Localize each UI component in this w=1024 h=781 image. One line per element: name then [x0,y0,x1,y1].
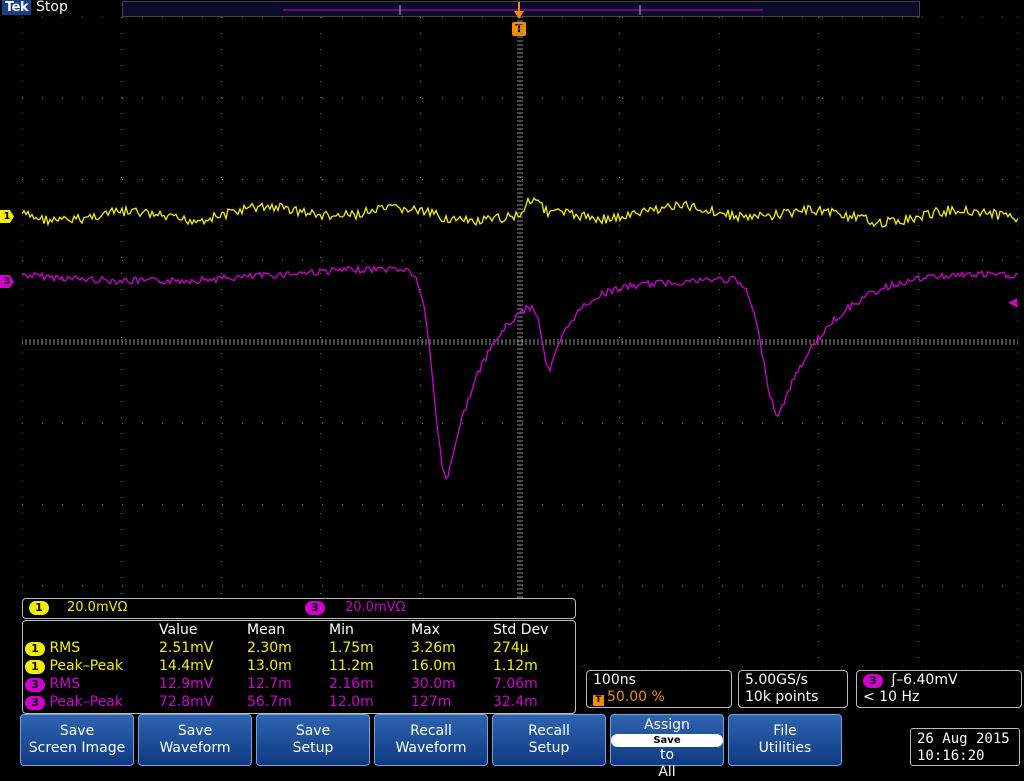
measurement-std: 7.06m [493,676,538,692]
trigger-source-badge: 3 [863,674,883,688]
measurement-mean: 12.7m [247,676,292,692]
measurement-max: 30.0m [411,676,456,692]
timebase: 100ns [593,672,636,688]
recall-setup-button[interactable]: Recall Setup [492,714,606,766]
acquisition-state: Stop [36,0,68,15]
measurement-name: RMS [49,640,81,656]
trigger-level: –6.40mV [896,672,958,688]
date-time-display: 26 Aug 2015 10:16:20 [910,728,1020,766]
waveform-display[interactable] [22,17,1018,667]
trigger-position: 50.00 % [607,689,665,705]
top-status-bar: Tek Stop [0,0,1024,17]
measurement-max: 16.0m [411,658,456,674]
channel-badge: 3 [25,696,45,710]
measurement-std: 1.12m [493,658,538,674]
assign-save-to-all-button[interactable]: Assign Save to All [610,714,724,780]
trigger-frequency: < 10 Hz [863,689,920,705]
trigger-readout[interactable]: 3 ʃ–6.40mV < 10 Hz [856,670,1022,708]
measurement-std: 32.4m [493,694,538,710]
measurement-min: 12.0m [329,694,374,710]
measurement-value: 14.4mV [159,658,214,674]
save-key-icon: Save [611,734,723,747]
col-max: Max [411,622,440,638]
channel-scale-readout[interactable]: 1 20.0mVΩ 3 20.0mVΩ [22,598,576,619]
recall-waveform-button[interactable]: Recall Waveform [374,714,488,766]
ch3-badge: 3 [305,601,325,615]
measurement-header-row: Value Mean Min Max Std Dev [25,621,573,639]
measurement-value: 2.51mV [159,640,214,656]
ch1-scale: 20.0mVΩ [67,600,128,615]
channel-badge: 3 [25,678,45,692]
save-screen-image-button[interactable]: Save Screen Image [20,714,134,766]
measurement-max: 127m [411,694,452,710]
time: 10:16:20 [917,748,985,764]
measurement-mean: 56.7m [247,694,292,710]
ch3-ground-marker[interactable]: 3 [0,275,14,288]
channel-badge: 1 [25,660,45,674]
measurement-row: 1 Peak–Peak 14.4mV 13.0m 11.2m 16.0m 1.12m [25,657,573,675]
measurement-min: 11.2m [329,658,374,674]
measurement-name: Peak–Peak [49,658,123,674]
graticule [22,17,1018,667]
measurement-value: 12.9mV [159,676,214,692]
tek-logo: Tek [2,0,32,15]
trigger-small-icon: T [593,695,604,706]
file-utilities-button[interactable]: File Utilities [728,714,842,766]
measurement-table: Value Mean Min Max Std Dev 1 RMS 2.51mV 2.… [22,620,576,714]
measurement-row: 3 Peak–Peak 72.8mV 56.7m 12.0m 127m 32.4m [25,693,573,711]
save-setup-button[interactable]: Save Setup [256,714,370,766]
ch1-badge: 1 [29,601,49,615]
col-min: Min [329,622,354,638]
measurement-name: RMS [49,676,81,692]
measurement-mean: 13.0m [247,658,292,674]
measurement-value: 72.8mV [159,694,214,710]
save-waveform-button[interactable]: Save Waveform [138,714,252,766]
acquisition-readout[interactable]: 5.00GS/s 10k points [738,670,848,708]
measurement-name: Peak–Peak [49,694,123,710]
sample-rate: 5.00GS/s [745,672,808,688]
measurement-min: 1.75m [329,640,374,656]
horizontal-readout[interactable]: 100ns T 50.00 % [586,670,732,708]
measurement-min: 2.16m [329,676,374,692]
ch3-waveform [22,264,1018,480]
measurement-mean: 2.30m [247,640,292,656]
measurement-row: 3 RMS 12.9mV 12.7m 2.16m 30.0m 7.06m [25,675,573,693]
measurement-max: 3.26m [411,640,456,656]
col-value: Value [159,622,198,638]
col-std-dev: Std Dev [493,622,549,638]
measurement-row: 1 RMS 2.51mV 2.30m 1.75m 3.26m 274µ [25,639,573,657]
record-length: 10k points [745,689,819,705]
channel-badge: 1 [25,642,45,656]
measurement-std: 274µ [493,640,529,656]
ch1-ground-marker[interactable]: 1 [0,210,14,223]
date: 26 Aug 2015 [917,731,1010,747]
col-mean: Mean [247,622,286,638]
ch3-scale: 20.0mVΩ [345,600,406,615]
